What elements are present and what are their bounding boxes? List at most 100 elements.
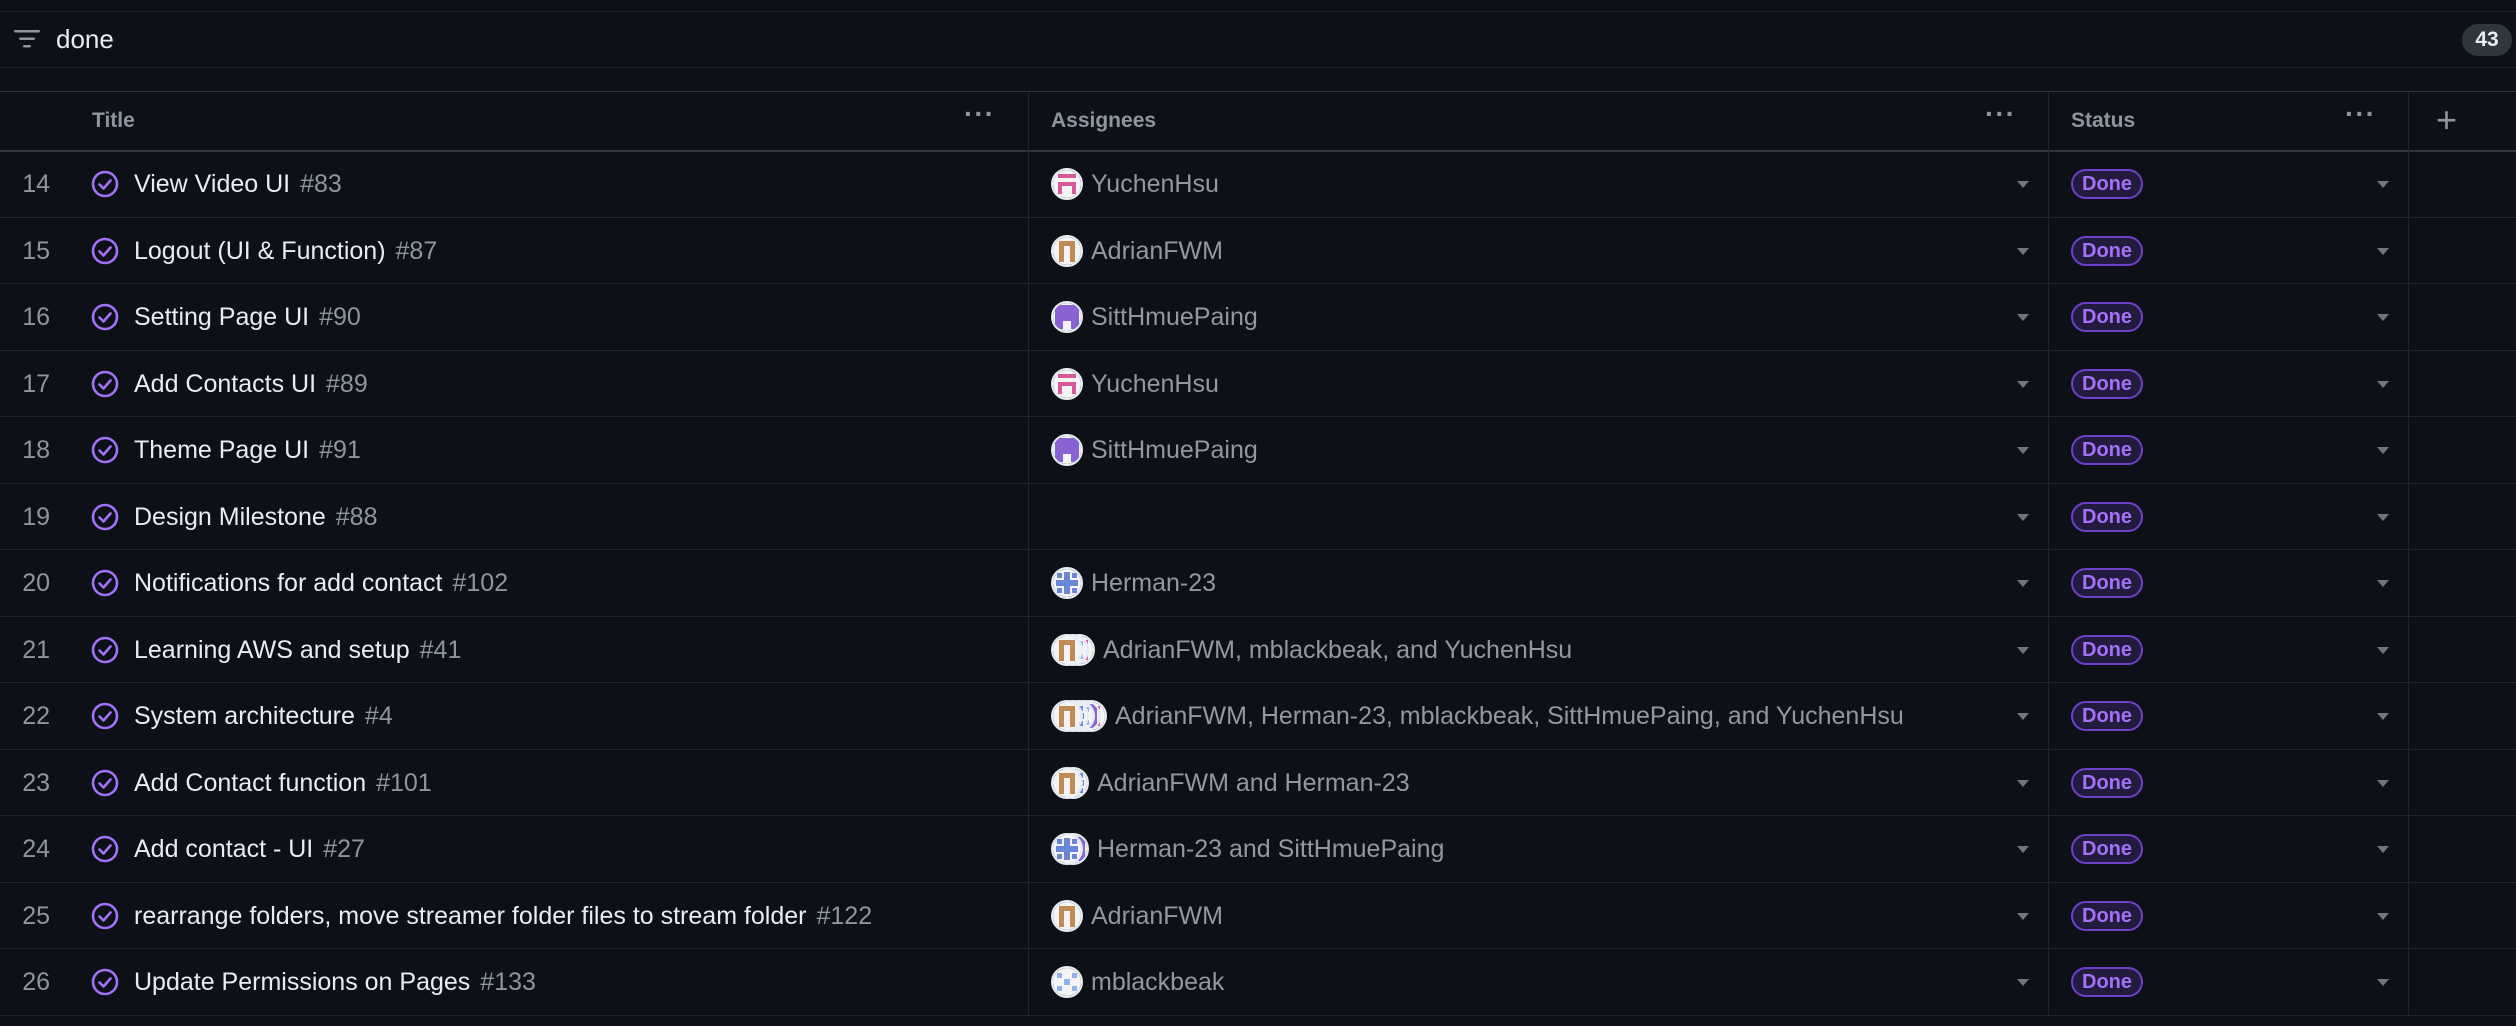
chevron-down-icon[interactable] [2377,247,2389,255]
chevron-down-icon[interactable] [2377,979,2389,986]
issue-title-link[interactable]: Add contact - UI #27 [134,834,365,864]
assignees-cell[interactable]: AdrianFWM [1029,882,2049,948]
title-cell[interactable]: Learning AWS and setup #41 [78,616,1029,682]
status-cell[interactable]: Done [2049,217,2409,283]
table-row[interactable]: 14 View Video UI #83 YuchenHsu Done [0,151,2516,218]
chevron-down-icon[interactable] [2017,181,2029,188]
issue-title-link[interactable]: Add Contacts UI #89 [134,369,368,399]
chevron-down-icon[interactable] [2377,513,2389,521]
issue-title-link[interactable]: Add Contact function #101 [134,768,432,798]
column-header-status[interactable]: Status ··· [2049,92,2409,150]
assignees-cell[interactable]: mblackbeak [1029,949,2049,1015]
table-row[interactable]: 19 Design Milestone #88 Done [0,483,2516,550]
assignees-cell[interactable]: AdrianFWM, mblackbeak, and YuchenHsu [1029,616,2049,682]
status-cell[interactable]: Done [2049,949,2409,1015]
assignees-cell[interactable]: YuchenHsu [1029,350,2049,416]
table-row[interactable]: 18 Theme Page UI #91 SittHmuePaing Done [0,417,2516,484]
status-cell[interactable]: Done [2049,616,2409,682]
assignees-cell[interactable]: YuchenHsu [1029,151,2049,217]
issue-title-link[interactable]: System architecture #4 [134,701,393,731]
title-cell[interactable]: Theme Page UI #91 [78,417,1029,483]
assignees-cell[interactable]: Herman-23 and SittHmuePaing [1029,816,2049,882]
filter-icon[interactable] [12,28,42,50]
assignees-cell[interactable]: SittHmuePaing [1029,284,2049,350]
title-cell[interactable]: Add contact - UI #27 [78,816,1029,882]
assignees-cell[interactable]: AdrianFWM [1029,217,2049,283]
chevron-down-icon[interactable] [2017,779,2029,787]
column-header-title[interactable]: Title ··· [0,92,1029,150]
filter-bar[interactable]: done 43 [0,12,2516,68]
chevron-down-icon[interactable] [2017,846,2029,853]
table-row[interactable]: 25 rearrange folders, move streamer fold… [0,882,2516,949]
status-cell[interactable]: Done [2049,417,2409,483]
chevron-down-icon[interactable] [2017,447,2029,454]
chevron-down-icon[interactable] [2377,912,2389,920]
status-cell[interactable]: Done [2049,816,2409,882]
chevron-down-icon[interactable] [2377,713,2389,720]
chevron-down-icon[interactable] [2377,646,2389,654]
chevron-down-icon[interactable] [2377,779,2389,787]
status-cell[interactable]: Done [2049,350,2409,416]
issue-title-link[interactable]: Design Milestone #88 [134,502,377,532]
issue-title-link[interactable]: Learning AWS and setup #41 [134,635,461,665]
title-cell[interactable]: rearrange folders, move streamer folder … [78,882,1029,948]
column-status-menu-icon[interactable]: ··· [2345,100,2376,128]
issue-title-link[interactable]: Theme Page UI #91 [134,435,361,465]
title-cell[interactable]: Update Permissions on Pages #133 [78,949,1029,1015]
table-row[interactable]: 15 Logout (UI & Function) #87 AdrianFWM D… [0,217,2516,284]
status-cell[interactable]: Done [2049,550,2409,616]
chevron-down-icon[interactable] [2017,912,2029,920]
status-cell[interactable]: Done [2049,882,2409,948]
chevron-down-icon[interactable] [2017,247,2029,255]
assignees-cell[interactable]: SittHmuePaing [1029,417,2049,483]
title-cell[interactable]: Notifications for add contact #102 [78,550,1029,616]
table-row[interactable]: 23 Add Contact function #101 AdrianFWM an… [0,749,2516,816]
status-cell[interactable]: Done [2049,483,2409,549]
title-cell[interactable]: Design Milestone #88 [78,483,1029,549]
assignees-cell[interactable]: Herman-23 [1029,550,2049,616]
column-assignees-menu-icon[interactable]: ··· [1985,100,2016,128]
chevron-down-icon[interactable] [2377,447,2389,454]
chevron-down-icon[interactable] [2017,646,2029,654]
status-cell[interactable]: Done [2049,749,2409,815]
chevron-down-icon[interactable] [2377,181,2389,188]
column-header-assignees[interactable]: Assignees ··· [1029,92,2049,150]
table-row[interactable]: 20 Notifications for add contact #102 Her… [0,550,2516,617]
chevron-down-icon[interactable] [2377,314,2389,321]
issue-title-link[interactable]: rearrange folders, move streamer folder … [134,901,872,931]
title-cell[interactable]: Add Contact function #101 [78,749,1029,815]
table-row[interactable]: 17 Add Contacts UI #89 YuchenHsu Done [0,350,2516,417]
chevron-down-icon[interactable] [2377,580,2389,587]
chevron-down-icon[interactable] [2017,713,2029,720]
issue-title-link[interactable]: Update Permissions on Pages #133 [134,967,536,997]
chevron-down-icon[interactable] [2017,580,2029,587]
title-cell[interactable]: System architecture #4 [78,683,1029,749]
title-cell[interactable]: Logout (UI & Function) #87 [78,217,1029,283]
assignees-cell[interactable]: AdrianFWM and Herman-23 [1029,749,2049,815]
assignees-cell[interactable] [1029,483,2049,549]
issue-title-link[interactable]: Setting Page UI #90 [134,302,361,332]
table-row[interactable]: 16 Setting Page UI #90 SittHmuePaing Done [0,284,2516,351]
status-cell[interactable]: Done [2049,151,2409,217]
table-row[interactable]: 22 System architecture #4 AdrianFWM, Herm… [0,683,2516,750]
chevron-down-icon[interactable] [2377,846,2389,853]
title-cell[interactable]: Setting Page UI #90 [78,284,1029,350]
table-row[interactable]: 24 Add contact - UI #27 Herman-23 and Sit… [0,816,2516,883]
column-title-menu-icon[interactable]: ··· [964,100,995,128]
chevron-down-icon[interactable] [2017,314,2029,321]
chevron-down-icon[interactable] [2017,380,2029,388]
assignees-cell[interactable]: AdrianFWM, Herman-23, mblackbeak, SittHm… [1029,683,2049,749]
filter-query[interactable]: done [56,24,114,54]
chevron-down-icon[interactable] [2017,513,2029,521]
title-cell[interactable]: View Video UI #83 [78,151,1029,217]
status-cell[interactable]: Done [2049,683,2409,749]
add-field-icon[interactable]: + [2436,98,2457,142]
title-cell[interactable]: Add Contacts UI #89 [78,350,1029,416]
chevron-down-icon[interactable] [2017,979,2029,986]
chevron-down-icon[interactable] [2377,380,2389,388]
status-cell[interactable]: Done [2049,284,2409,350]
table-row[interactable]: 26 Update Permissions on Pages #133 mblac… [0,949,2516,1016]
issue-title-link[interactable]: View Video UI #83 [134,169,342,199]
table-row[interactable]: 21 Learning AWS and setup #41 AdrianFWM, … [0,616,2516,683]
issue-title-link[interactable]: Logout (UI & Function) #87 [134,236,437,266]
